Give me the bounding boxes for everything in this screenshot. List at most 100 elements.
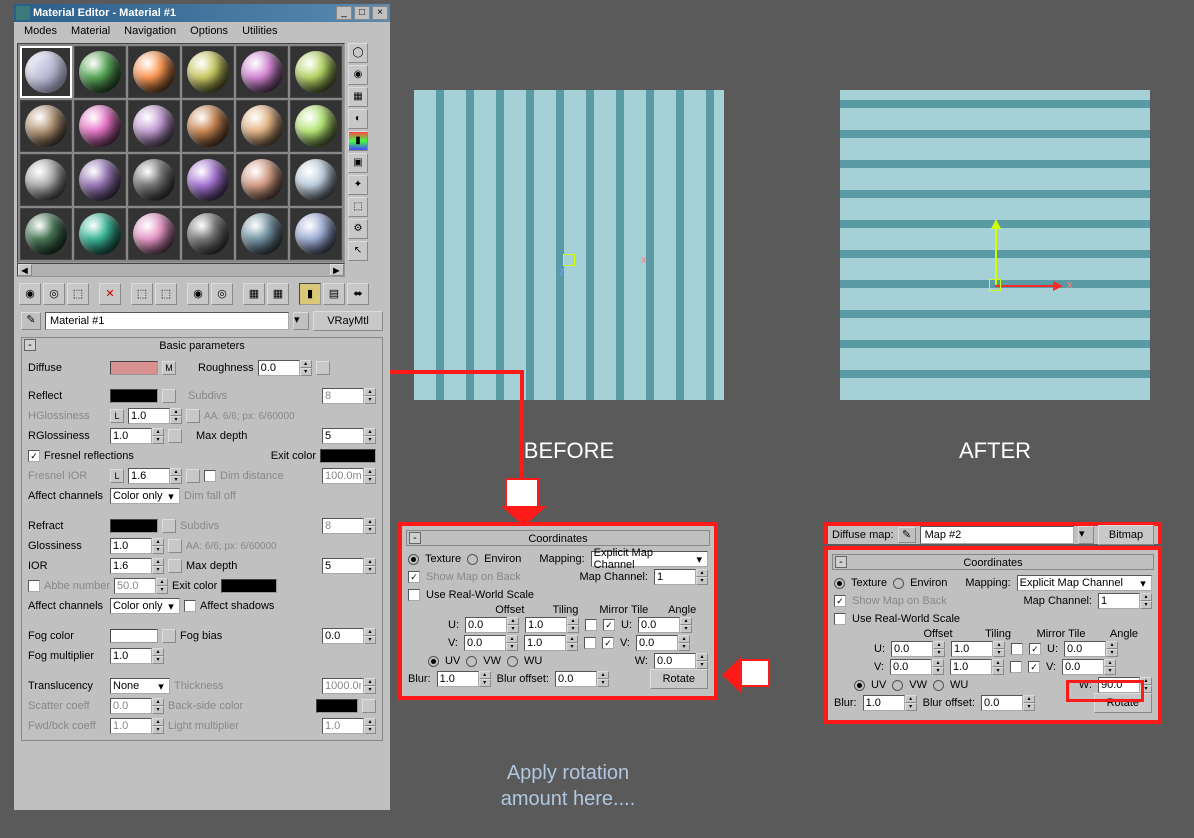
v-tile-checkbox[interactable]: ✓ — [1028, 661, 1040, 673]
sample-slot[interactable] — [20, 46, 72, 98]
material-name-dropdown[interactable]: ▾ — [293, 312, 309, 330]
sample-slot[interactable] — [182, 46, 234, 98]
sample-slot[interactable] — [74, 46, 126, 98]
roughness-input[interactable] — [258, 360, 300, 376]
realworld-checkbox[interactable] — [408, 589, 420, 601]
spinner-down[interactable]: ▾ — [300, 368, 312, 376]
sample-slot[interactable] — [128, 208, 180, 260]
realworld-checkbox[interactable] — [834, 613, 846, 625]
sample-slot[interactable] — [128, 100, 180, 152]
vw-radio[interactable] — [892, 680, 903, 691]
texture-radio[interactable] — [408, 554, 419, 565]
fresnel-ior-lock[interactable]: L — [110, 469, 124, 483]
fwdbck-input[interactable] — [110, 718, 152, 734]
wu-radio[interactable] — [933, 680, 944, 691]
collapse-toggle[interactable]: - — [409, 532, 421, 544]
fogcolor-swatch[interactable] — [110, 629, 158, 643]
eyedropper-button[interactable]: ✎ — [21, 312, 41, 330]
tool-btn[interactable]: ⬚ — [67, 283, 89, 305]
hgloss-map-button[interactable] — [186, 409, 200, 423]
minimize-button[interactable]: _ — [336, 6, 352, 20]
ior-input[interactable] — [110, 558, 152, 574]
sample-tool[interactable]: ▦ — [348, 87, 368, 107]
abbe-checkbox[interactable] — [28, 580, 40, 592]
mapchannel-input[interactable] — [1098, 593, 1140, 609]
sample-slot[interactable] — [74, 100, 126, 152]
v-angle-input[interactable] — [636, 635, 678, 651]
backside-swatch[interactable] — [316, 699, 358, 713]
maxdepth-input[interactable] — [322, 428, 364, 444]
tool-delete[interactable]: ✕ — [99, 283, 121, 305]
sample-scrollbar[interactable]: ◄ ► — [17, 263, 345, 277]
show-map-back-checkbox[interactable]: ✓ — [408, 571, 420, 583]
sample-slot[interactable] — [182, 208, 234, 260]
sample-slot[interactable] — [290, 154, 342, 206]
sample-slot[interactable] — [74, 208, 126, 260]
close-button[interactable]: × — [372, 6, 388, 20]
fogbias-input[interactable] — [322, 628, 364, 644]
v-mirror-checkbox[interactable] — [584, 637, 596, 649]
map-type-button[interactable]: Bitmap — [1098, 525, 1154, 545]
roughness-map-button[interactable] — [316, 361, 330, 375]
sample-slot[interactable] — [236, 46, 288, 98]
refr-affect-ch-dropdown[interactable]: Color only▾ — [110, 598, 180, 614]
sample-slot[interactable] — [236, 100, 288, 152]
dimdist-checkbox[interactable] — [204, 470, 216, 482]
v-tiling-input[interactable] — [524, 635, 566, 651]
subdivs-input[interactable] — [322, 388, 364, 404]
tool-btn[interactable]: ⬌ — [347, 283, 369, 305]
sample-tool[interactable]: ▣ — [348, 153, 368, 173]
u-tiling-input[interactable] — [525, 617, 567, 633]
abbe-input[interactable] — [114, 578, 156, 594]
maximize-button[interactable]: □ — [354, 6, 370, 20]
sample-slot[interactable] — [20, 100, 72, 152]
fogmult-input[interactable] — [110, 648, 152, 664]
u-tiling-input[interactable] — [951, 641, 993, 657]
tool-btn[interactable]: ◎ — [211, 283, 233, 305]
mapchannel-input[interactable] — [654, 569, 696, 585]
menu-modes[interactable]: Modes — [18, 24, 63, 38]
sample-slot[interactable] — [290, 46, 342, 98]
mapping-dropdown[interactable]: Explicit Map Channel▾ — [1017, 575, 1152, 591]
scatter-input[interactable] — [110, 698, 152, 714]
lightmult-input[interactable] — [322, 718, 364, 734]
u-offset-input[interactable] — [465, 617, 507, 633]
texture-radio[interactable] — [834, 578, 845, 589]
menu-utilities[interactable]: Utilities — [236, 24, 283, 38]
v-tile-checkbox[interactable]: ✓ — [602, 637, 614, 649]
blur-input[interactable] — [437, 671, 479, 687]
u-tile-checkbox[interactable]: ✓ — [1029, 643, 1041, 655]
collapse-toggle[interactable]: - — [835, 556, 847, 568]
menu-navigation[interactable]: Navigation — [118, 24, 182, 38]
sample-tool[interactable]: ✦ — [348, 175, 368, 195]
tool-btn[interactable]: ◉ — [19, 283, 41, 305]
dimdist-input[interactable] — [322, 468, 364, 484]
spinner-up[interactable]: ▴ — [300, 360, 312, 368]
blur-input[interactable] — [863, 695, 905, 711]
reflect-swatch[interactable] — [110, 389, 158, 403]
v-offset-input[interactable] — [890, 659, 932, 675]
sample-tool[interactable]: ◉ — [348, 65, 368, 85]
u-angle-input[interactable] — [1064, 641, 1106, 657]
sample-slot[interactable] — [20, 208, 72, 260]
sample-slot[interactable] — [74, 154, 126, 206]
uv-radio[interactable] — [428, 656, 439, 667]
tool-btn[interactable]: ▦ — [243, 283, 265, 305]
sample-tool[interactable]: ⬚ — [348, 197, 368, 217]
ior-map-button[interactable] — [168, 559, 182, 573]
glossiness-input[interactable] — [110, 538, 152, 554]
rgloss-map-button[interactable] — [168, 429, 182, 443]
fresnel-ior-map-button[interactable] — [186, 469, 200, 483]
sample-slot[interactable] — [290, 100, 342, 152]
sample-slot[interactable] — [128, 154, 180, 206]
map-name-dropdown[interactable]: ▾ — [1078, 526, 1094, 544]
refract-map-button[interactable] — [162, 519, 176, 533]
affect-shadows-checkbox[interactable] — [184, 600, 196, 612]
fresnel-ior-input[interactable] — [128, 468, 170, 484]
refr-subdivs-input[interactable] — [322, 518, 364, 534]
show-map-back-checkbox[interactable]: ✓ — [834, 595, 846, 607]
sample-slot[interactable] — [128, 46, 180, 98]
tool-btn[interactable]: ◉ — [187, 283, 209, 305]
rotate-button[interactable]: Rotate — [650, 669, 708, 689]
u-mirror-checkbox[interactable] — [585, 619, 597, 631]
